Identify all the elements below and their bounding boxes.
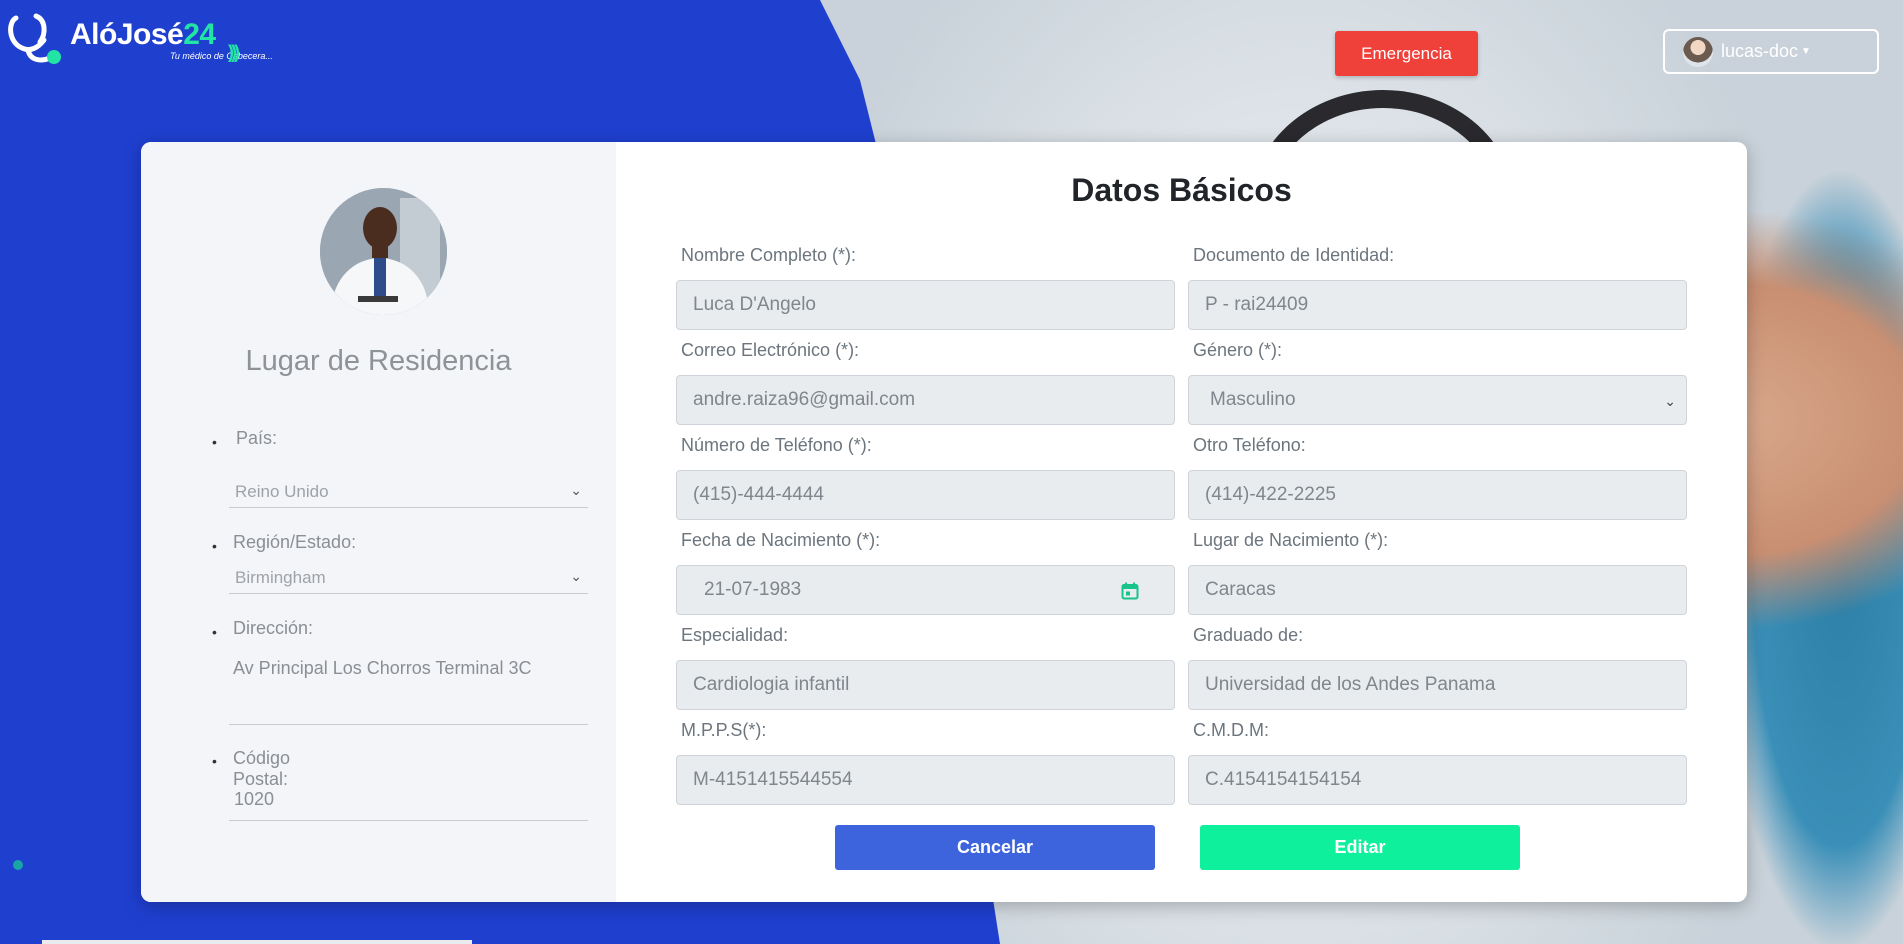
graduated-field[interactable]: Universidad de los Andes Panama: [1188, 660, 1687, 710]
bullet: •: [212, 624, 217, 640]
birthplace-label: Lugar de Nacimiento (*):: [1193, 530, 1389, 550]
address-label: Dirección:: [233, 618, 314, 638]
email-label: Correo Electrónico (*):: [681, 340, 860, 360]
gender-label: Género (*):: [1193, 340, 1283, 360]
emergency-button[interactable]: Emergencia: [1335, 31, 1478, 76]
gender-value: Masculino: [1210, 389, 1296, 410]
birthdate-label: Fecha de Nacimiento (*):: [681, 530, 881, 550]
caret-down-icon: ▼: [1801, 46, 1811, 57]
residence-panel: Lugar de Residencia: [141, 142, 616, 902]
residence-title: Lugar de Residencia: [245, 345, 512, 377]
profile-card: Lugar de Residencia Datos Básicos Nombre…: [141, 142, 1747, 902]
region-value: Birmingham: [235, 568, 326, 587]
graduated-label: Graduado de:: [1193, 625, 1304, 645]
postal-label: Código Postal:: [233, 748, 291, 789]
country-value: Reino Unido: [235, 482, 329, 501]
postal-field[interactable]: 1020: [229, 789, 588, 821]
bullet: •: [212, 753, 217, 769]
profile-photo: [320, 188, 447, 315]
full-name-field[interactable]: Luca D'Angelo: [676, 280, 1175, 330]
region-select[interactable]: Birmingham ⌄: [229, 568, 588, 594]
mpps-label: M.P.P.S(*):: [681, 720, 767, 740]
signal-waves-icon: ))): [228, 42, 240, 62]
country-select[interactable]: Reino Unido ⌄: [229, 482, 588, 508]
other-phone-field[interactable]: (414)-422-2225: [1188, 470, 1687, 520]
birthdate-field[interactable]: 21-07-1983: [676, 565, 1175, 615]
stethoscope-logo-icon: [6, 12, 64, 68]
app-logo[interactable]: AlóJosé24 Tu médico de Cabecera... ))): [6, 12, 273, 68]
country-label-text: País:: [236, 428, 278, 448]
user-name: lucas-doc: [1721, 41, 1799, 61]
decorative-dot: [13, 860, 23, 870]
other-phone-label: Otro Teléfono:: [1193, 435, 1306, 455]
edit-button[interactable]: Editar: [1200, 825, 1520, 870]
id-document-label: Documento de Identidad:: [1193, 245, 1395, 265]
avatar: [1683, 36, 1713, 67]
phone-field[interactable]: (415)-444-4444: [676, 470, 1175, 520]
gender-select[interactable]: Masculino ⌄: [1188, 375, 1687, 425]
full-name-label: Nombre Completo (*):: [681, 245, 857, 265]
birthdate-value: 21-07-1983: [704, 579, 802, 600]
specialty-field[interactable]: Cardiologia infantil: [676, 660, 1175, 710]
cmdm-label: C.M.D.M:: [1193, 720, 1269, 740]
page-title: Datos Básicos: [1071, 172, 1292, 208]
cancel-button[interactable]: Cancelar: [835, 825, 1155, 870]
bullet: •: [212, 434, 217, 450]
calendar-icon[interactable]: [1121, 582, 1139, 600]
specialty-label: Especialidad:: [681, 625, 789, 645]
bullet: •: [212, 538, 217, 554]
user-menu-button[interactable]: lucas-doc ▼: [1663, 29, 1879, 74]
logo-tagline: Tu médico de Cabecera...: [170, 50, 273, 61]
bottom-strip: [42, 940, 472, 944]
mpps-field[interactable]: M-4151415544554: [676, 755, 1175, 805]
birthplace-field[interactable]: Caracas: [1188, 565, 1687, 615]
logo-name: AlóJosé24: [70, 17, 216, 51]
chevron-down-icon: ⌄: [570, 482, 582, 498]
address-field[interactable]: Av Principal Los Chorros Terminal 3C: [229, 658, 588, 725]
id-document-field[interactable]: P - rai24409: [1188, 280, 1687, 330]
chevron-down-icon: ⌄: [1664, 393, 1676, 409]
chevron-down-icon: ⌄: [570, 568, 582, 584]
region-label: Región/Estado:: [233, 532, 357, 552]
email-field[interactable]: andre.raiza96@gmail.com: [676, 375, 1175, 425]
phone-label: Número de Teléfono (*):: [681, 435, 872, 455]
cmdm-field[interactable]: C.4154154154154: [1188, 755, 1687, 805]
